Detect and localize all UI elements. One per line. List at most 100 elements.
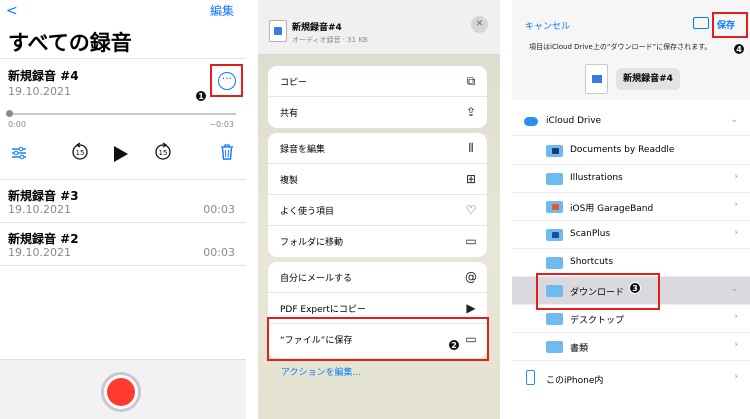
record-button[interactable]	[101, 372, 141, 412]
folder-label: Shortcuts	[570, 257, 614, 267]
edit-button[interactable]: 編集	[210, 2, 234, 19]
folder-label: デスクトップ	[570, 316, 625, 326]
duplicate-icon: ⊞	[465, 172, 477, 186]
chevron-right-icon: ›	[734, 172, 738, 182]
highlight-more-button: ···	[210, 64, 243, 97]
recording-date: 19.10.2021	[8, 203, 71, 216]
location-on-my-iphone[interactable]: このiPhone内 ›	[512, 365, 750, 393]
folder-icon	[546, 257, 563, 269]
folder-item[interactable]: 書類 ›	[512, 333, 750, 361]
edit-actions-link[interactable]: アクションを編集...	[281, 365, 361, 378]
folder-label: ScanPlus	[570, 229, 611, 239]
skip-back-15-icon[interactable]: 15	[71, 142, 89, 164]
action-move-to-folder[interactable]: フォルダに移動 ▭	[268, 226, 487, 257]
action-group: コピー ⧉ 共有 ⇪	[268, 66, 487, 128]
recording-name: 新規録音 #2	[8, 232, 79, 246]
audio-file-icon	[585, 64, 608, 94]
folder-label: Documents by Readdle	[570, 145, 675, 155]
heart-icon: ♡	[465, 203, 477, 217]
action-label: 複製	[280, 176, 299, 186]
recording-date: 19.10.2021	[8, 85, 71, 98]
svg-text:15: 15	[76, 149, 85, 157]
action-group: 録音を編集 ⫴ 複製 ⊞ よく使う項目 ♡ フォルダに移動 ▭	[268, 133, 487, 257]
step-badge-1: 1	[195, 90, 207, 102]
app-badge-icon	[552, 148, 559, 154]
action-favorite[interactable]: よく使う項目 ♡	[268, 195, 487, 226]
folder-icon	[546, 313, 563, 325]
recording-row[interactable]: 新規録音 #3 19.10.2021 00:03	[0, 179, 246, 223]
iphone-icon	[526, 370, 535, 385]
files-save-panel: キャンセル 保存 4 項目はiCloud Drive上の“ダウンロード”に保存さ…	[512, 0, 750, 419]
recording-name: 新規録音 #4	[8, 69, 79, 83]
share-sheet-header: 新規録音#4 オーディオ録音 · 31 KB ✕	[258, 0, 500, 55]
folder-item[interactable]: Illustrations ›	[512, 165, 750, 193]
share-sheet-panel: 新規録音#4 オーディオ録音 · 31 KB ✕ コピー ⧉ 共有 ⇪ 録音を編集 ⫴…	[258, 0, 500, 419]
page-title: すべての録音	[8, 31, 132, 55]
action-share[interactable]: 共有 ⇪	[268, 97, 487, 128]
recording-duration: 00:03	[203, 246, 235, 259]
chevron-right-icon: ›	[734, 200, 738, 210]
location-label: iCloud Drive	[546, 116, 602, 126]
new-folder-icon[interactable]	[693, 17, 709, 29]
folder-item[interactable]: ScanPlus ›	[512, 221, 750, 249]
playback-track[interactable]	[8, 113, 236, 115]
folder-label: Illustrations	[570, 173, 623, 183]
time-elapsed: 0:00	[8, 120, 26, 129]
action-label: 自分にメールする	[280, 274, 353, 284]
folder-label: 書類	[570, 344, 589, 354]
cloud-icon	[524, 117, 538, 126]
folder-label: iOS用 GarageBand	[570, 204, 654, 214]
action-mail-myself[interactable]: 自分にメールする @	[268, 262, 487, 293]
copy-icon: ⧉	[466, 74, 476, 88]
chevron-down-icon: ⌄	[730, 115, 738, 125]
save-location-note: 項目はiCloud Drive上の“ダウンロード”に保存されます。	[529, 43, 712, 51]
action-label: コピー	[280, 78, 308, 88]
action-duplicate[interactable]: 複製 ⊞	[268, 164, 487, 195]
audio-file-icon	[269, 20, 287, 42]
recording-name: 新規録音 #3	[8, 189, 79, 203]
share-file-info: オーディオ録音 · 31 KB	[292, 36, 368, 44]
play-icon[interactable]	[113, 145, 129, 167]
action-label: 共有	[280, 109, 299, 119]
chevron-right-icon: ›	[734, 340, 738, 350]
folder-item[interactable]: Documents by Readdle	[512, 137, 750, 165]
time-remaining: −0:03	[209, 120, 234, 129]
action-label: よく使う項目	[280, 207, 335, 217]
folder-icon	[546, 173, 563, 185]
back-chevron-icon[interactable]: <	[6, 3, 18, 19]
svg-text:15: 15	[159, 149, 168, 157]
record-icon	[107, 378, 135, 406]
cancel-button[interactable]: キャンセル	[525, 19, 570, 32]
at-icon: @	[465, 270, 477, 284]
voice-memos-panel: < 編集 すべての録音 新規録音 #4 19.10.2021 ··· 1 0:0…	[0, 0, 246, 419]
highlight-downloads-folder	[536, 273, 660, 310]
action-label: 録音を編集	[280, 145, 326, 155]
trash-icon[interactable]	[220, 143, 234, 164]
recording-row[interactable]: 新規録音 #2 19.10.2021 00:03	[0, 222, 246, 266]
more-options-icon[interactable]: ···	[218, 72, 236, 90]
waveform-icon: ⫴	[468, 141, 474, 155]
step-badge-4: 4	[733, 43, 745, 55]
step-badge-2: 2	[448, 339, 460, 351]
pdf-expert-icon: ▶	[466, 301, 476, 315]
folder-item[interactable]: iOS用 GarageBand ›	[512, 193, 750, 221]
save-button[interactable]: 保存	[717, 18, 735, 31]
chevron-right-icon: ›	[734, 312, 738, 322]
skip-forward-15-icon[interactable]: 15	[154, 142, 172, 164]
share-icon: ⇪	[465, 105, 477, 119]
location-label: このiPhone内	[546, 376, 604, 386]
action-edit-recording[interactable]: 録音を編集 ⫴	[268, 133, 487, 164]
app-badge-icon	[552, 204, 559, 210]
folder-icon: ▭	[465, 234, 477, 248]
app-badge-icon	[552, 232, 559, 238]
location-icloud-drive[interactable]: iCloud Drive ⌄	[512, 108, 750, 136]
chevron-down-icon: ⌄	[730, 284, 738, 294]
close-icon[interactable]: ✕	[471, 16, 488, 33]
action-label: フォルダに移動	[280, 238, 344, 248]
file-name-field[interactable]: 新規録音#4	[616, 68, 680, 90]
action-copy[interactable]: コピー ⧉	[268, 66, 487, 97]
recording-duration: 00:03	[203, 203, 235, 216]
chevron-right-icon: ›	[734, 372, 738, 382]
options-sliders-icon[interactable]	[11, 145, 27, 164]
playback-scrubber[interactable]	[6, 110, 13, 117]
